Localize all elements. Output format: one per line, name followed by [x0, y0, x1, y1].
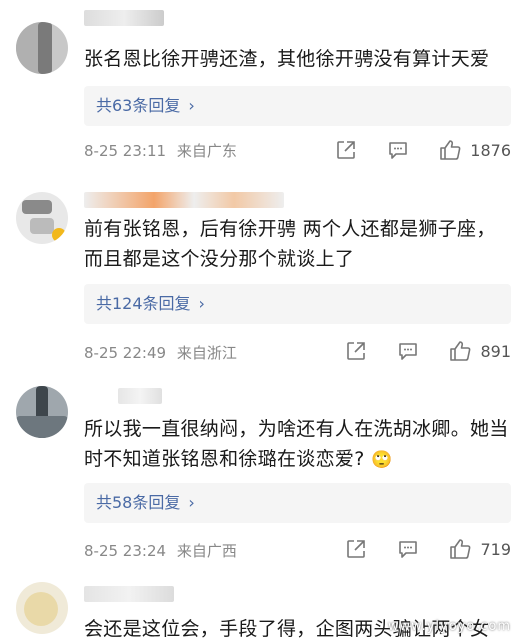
- view-replies-button[interactable]: 共63条回复 ›: [84, 86, 511, 126]
- replies-count: 共124条回复: [96, 294, 191, 313]
- username-redacted[interactable]: [84, 10, 164, 26]
- share-icon[interactable]: [332, 136, 360, 164]
- like-count: 719: [480, 539, 511, 559]
- comment-actions: 891: [318, 337, 511, 365]
- comment-meta: 8-25 23:24 来自广西: [84, 540, 237, 561]
- view-replies-button[interactable]: 共58条回复 ›: [84, 483, 511, 523]
- avatar[interactable]: [16, 22, 68, 74]
- replies-count: 共58条回复: [96, 493, 181, 512]
- username-redacted[interactable]: [84, 586, 174, 602]
- comment-icon[interactable]: [384, 136, 412, 164]
- username-redacted[interactable]: [84, 192, 284, 208]
- chevron-right-icon: ›: [188, 96, 195, 115]
- watermark: www.ylyoyo.com: [387, 619, 511, 634]
- like-count: 1876: [470, 140, 511, 160]
- comment-time: 8-25 22:49: [84, 344, 167, 362]
- comment-text: 前有张铭恩，后有徐开骋 两个人还都是狮子座，而且都是这个没分那个就谈上了: [84, 218, 496, 270]
- comment-meta: 8-25 23:11 来自广东: [84, 140, 237, 161]
- view-replies-button[interactable]: 共124条回复 ›: [84, 284, 511, 324]
- comment-location: 来自广西: [176, 542, 237, 560]
- avatar[interactable]: [16, 192, 68, 244]
- comment-text-body: 所以我一直很纳闷，为啥还有人在洗胡冰卿。她当时不知道张铭恩和徐璐在谈恋爱?: [84, 418, 509, 470]
- share-icon[interactable]: [342, 535, 370, 563]
- comment-actions: 719: [318, 535, 511, 563]
- comment-text: 所以我一直很纳闷，为啥还有人在洗胡冰卿。她当时不知道张铭恩和徐璐在谈恋爱? 🙄: [84, 414, 511, 475]
- like-icon[interactable]: [446, 535, 474, 563]
- username-redacted[interactable]: [118, 388, 162, 404]
- like-count: 891: [480, 341, 511, 361]
- comment-time: 8-25 23:11: [84, 142, 167, 160]
- comment-icon[interactable]: [394, 535, 422, 563]
- comment-text: 张名恩比徐开骋还渣，其他徐开骋没有算计天爱: [84, 48, 490, 70]
- like-icon[interactable]: [446, 337, 474, 365]
- comment-location: 来自浙江: [176, 344, 237, 362]
- share-icon[interactable]: [342, 337, 370, 365]
- roll-eyes-emoji-icon: 🙄: [370, 450, 393, 470]
- like-icon[interactable]: [436, 136, 464, 164]
- avatar[interactable]: [16, 582, 68, 634]
- chevron-right-icon: ›: [198, 294, 205, 313]
- replies-count: 共63条回复: [96, 96, 181, 115]
- avatar[interactable]: [16, 386, 68, 438]
- chevron-right-icon: ›: [188, 493, 195, 512]
- comment-actions: 1876: [308, 136, 511, 164]
- comment-icon[interactable]: [394, 337, 422, 365]
- comment-time: 8-25 23:24: [84, 542, 167, 560]
- comment-meta: 8-25 22:49 来自浙江: [84, 342, 237, 363]
- comment-location: 来自广东: [176, 142, 237, 160]
